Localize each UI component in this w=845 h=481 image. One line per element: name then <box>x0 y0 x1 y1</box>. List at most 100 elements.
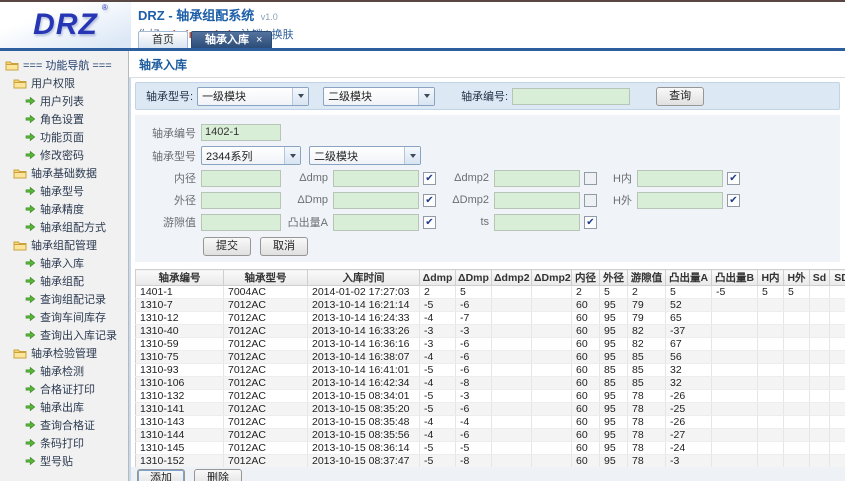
column-header-轴承编号[interactable]: 轴承编号 <box>136 270 224 286</box>
field-input[interactable] <box>201 214 281 231</box>
column-header-Δdmp[interactable]: Δdmp <box>420 270 456 286</box>
table-row[interactable]: 1310-1327012AC2013-10-15 08:34:01-5-3609… <box>136 390 845 403</box>
sidebar-item-轴承型号[interactable]: 轴承型号 <box>0 182 128 200</box>
field-input[interactable] <box>637 192 723 209</box>
column-header-H内[interactable]: H内 <box>758 270 784 286</box>
table-row[interactable]: 1310-127012AC2013-10-14 16:24:33-4-76095… <box>136 312 845 325</box>
column-header-H外[interactable]: H外 <box>784 270 810 286</box>
field-label: ΔDmp2 <box>436 194 494 206</box>
sidebar-item-轴承组配管理[interactable]: 轴承组配管理 <box>0 236 128 254</box>
sidebar-item-合格证打印[interactable]: 合格证打印 <box>0 380 128 398</box>
arrow-icon <box>25 384 36 394</box>
table-row[interactable]: 1310-597012AC2013-10-14 16:36:16-3-66095… <box>136 338 845 351</box>
column-header-内径[interactable]: 内径 <box>572 270 600 286</box>
inventory-table-zone: 轴承编号轴承型号入库时间ΔdmpΔDmpΔdmp2ΔDmp2内径外径游隙值凸出量… <box>135 269 845 481</box>
table-row[interactable]: 1310-1527012AC2013-10-15 08:37:47-5-8609… <box>136 455 845 468</box>
column-header-SD[interactable]: SD <box>830 270 845 286</box>
checkbox-H外[interactable]: ✔ <box>727 194 740 207</box>
column-header-凸出量B[interactable]: 凸出量B <box>712 270 758 286</box>
tab-轴承入库[interactable]: 轴承入库× <box>191 31 272 48</box>
sidebar-item-轴承出库[interactable]: 轴承出库 <box>0 398 128 416</box>
field-input[interactable] <box>333 170 419 187</box>
table-cell: -8 <box>456 377 492 390</box>
change-skin-link[interactable]: 换肤 <box>272 29 294 41</box>
level1-module-select[interactable]: 一级模块 <box>197 87 309 106</box>
table-cell: 2013-10-15 08:34:01 <box>308 390 420 403</box>
checkbox-Δdmp2[interactable] <box>584 172 597 185</box>
column-header-入库时间[interactable]: 入库时间 <box>308 270 420 286</box>
sidebar-item-轴承精度[interactable]: 轴承精度 <box>0 200 128 218</box>
sidebar-item-轴承基础数据[interactable]: 轴承基础数据 <box>0 164 128 182</box>
table-row[interactable]: 1310-757012AC2013-10-14 16:38:07-4-66095… <box>136 351 845 364</box>
field-input[interactable] <box>637 170 723 187</box>
table-cell <box>830 286 845 299</box>
table-row[interactable]: 1310-77012AC2013-10-14 16:21:14-5-660957… <box>136 299 845 312</box>
sidebar-item-轴承检测[interactable]: 轴承检测 <box>0 362 128 380</box>
table-row[interactable]: 1310-1457012AC2013-10-15 08:36:14-5-5609… <box>136 442 845 455</box>
delete-button[interactable]: 删除 <box>194 469 242 481</box>
level2-module-select[interactable]: 二级模块 <box>323 87 435 106</box>
table-cell: -26 <box>666 390 712 403</box>
table-cell: 78 <box>628 416 666 429</box>
close-icon[interactable]: × <box>256 34 262 46</box>
sidebar-item-轴承入库[interactable]: 轴承入库 <box>0 254 128 272</box>
model-level2-select[interactable]: 二级模块 <box>309 146 421 165</box>
checkbox-H内[interactable]: ✔ <box>727 172 740 185</box>
field-input[interactable] <box>494 192 580 209</box>
submit-button[interactable]: 提交 <box>203 237 251 256</box>
sidebar-item-修改密码[interactable]: 修改密码 <box>0 146 128 164</box>
table-row[interactable]: 1310-407012AC2013-10-14 16:33:26-3-36095… <box>136 325 845 338</box>
field-input[interactable] <box>201 170 281 187</box>
table-cell <box>712 390 758 403</box>
column-header-Δdmp2[interactable]: Δdmp2 <box>492 270 532 286</box>
table-cell: 85 <box>628 377 666 390</box>
checkbox-ΔDmp2[interactable] <box>584 194 597 207</box>
table-cell: 85 <box>600 377 628 390</box>
checkbox-ΔDmp[interactable]: ✔ <box>423 194 436 207</box>
field-input[interactable] <box>333 214 419 231</box>
column-header-凸出量A[interactable]: 凸出量A <box>666 270 712 286</box>
field-input[interactable] <box>494 170 580 187</box>
tab-首页[interactable]: 首页 <box>138 31 188 48</box>
table-row[interactable]: 1310-1447012AC2013-10-15 08:35:56-4-6609… <box>136 429 845 442</box>
sidebar-item-型号贴[interactable]: 型号贴 <box>0 452 128 470</box>
table-row[interactable]: 1310-1437012AC2013-10-15 08:35:48-4-4609… <box>136 416 845 429</box>
add-button[interactable]: 添加 <box>137 469 185 481</box>
sidebar-item-用户列表[interactable]: 用户列表 <box>0 92 128 110</box>
sidebar-item-=== 功能导航 ===[interactable]: === 功能导航 === <box>0 56 128 74</box>
table-row[interactable]: 1310-1417012AC2013-10-15 08:35:20-5-6609… <box>136 403 845 416</box>
checkbox-Δdmp[interactable]: ✔ <box>423 172 436 185</box>
sidebar-item-查询车间库存[interactable]: 查询车间库存 <box>0 308 128 326</box>
table-row[interactable]: 1310-1067012AC2013-10-14 16:42:34-4-8608… <box>136 377 845 390</box>
sidebar-item-轴承组配方式[interactable]: 轴承组配方式 <box>0 218 128 236</box>
column-header-ΔDmp2[interactable]: ΔDmp2 <box>532 270 572 286</box>
query-button[interactable]: 查询 <box>656 87 704 106</box>
column-header-外径[interactable]: 外径 <box>600 270 628 286</box>
field-input[interactable] <box>494 214 580 231</box>
sidebar-item-轴承检验管理[interactable]: 轴承检验管理 <box>0 344 128 362</box>
checkbox-ts[interactable]: ✔ <box>584 216 597 229</box>
model-series-select[interactable]: 2344系列 <box>201 146 301 165</box>
column-header-轴承型号[interactable]: 轴承型号 <box>224 270 308 286</box>
sidebar-item-查询出入库记录[interactable]: 查询出入库记录 <box>0 326 128 344</box>
column-header-Sd[interactable]: Sd <box>810 270 830 286</box>
column-header-游隙值[interactable]: 游隙值 <box>628 270 666 286</box>
sidebar-item-条码打印[interactable]: 条码打印 <box>0 434 128 452</box>
table-row[interactable]: 1310-937012AC2013-10-14 16:41:01-5-66085… <box>136 364 845 377</box>
sidebar-item-用户权限[interactable]: 用户权限 <box>0 74 128 92</box>
sidebar-item-查询组配记录[interactable]: 查询组配记录 <box>0 290 128 308</box>
search-serial-input[interactable] <box>512 88 630 105</box>
serial-input[interactable]: 1402-1 <box>201 124 281 141</box>
field-input[interactable] <box>333 192 419 209</box>
sidebar-item-轴承组配[interactable]: 轴承组配 <box>0 272 128 290</box>
sidebar-item-角色设置[interactable]: 角色设置 <box>0 110 128 128</box>
column-header-ΔDmp[interactable]: ΔDmp <box>456 270 492 286</box>
checkbox-凸出量A[interactable]: ✔ <box>423 216 436 229</box>
table-row[interactable]: 1401-17004AC2014-01-02 17:27:03252525-55… <box>136 286 845 299</box>
sidebar-item-功能页面[interactable]: 功能页面 <box>0 128 128 146</box>
table-cell: -27 <box>666 429 712 442</box>
table-cell: 95 <box>600 325 628 338</box>
field-input[interactable] <box>201 192 281 209</box>
cancel-button[interactable]: 取消 <box>260 237 308 256</box>
sidebar-item-查询合格证[interactable]: 查询合格证 <box>0 416 128 434</box>
